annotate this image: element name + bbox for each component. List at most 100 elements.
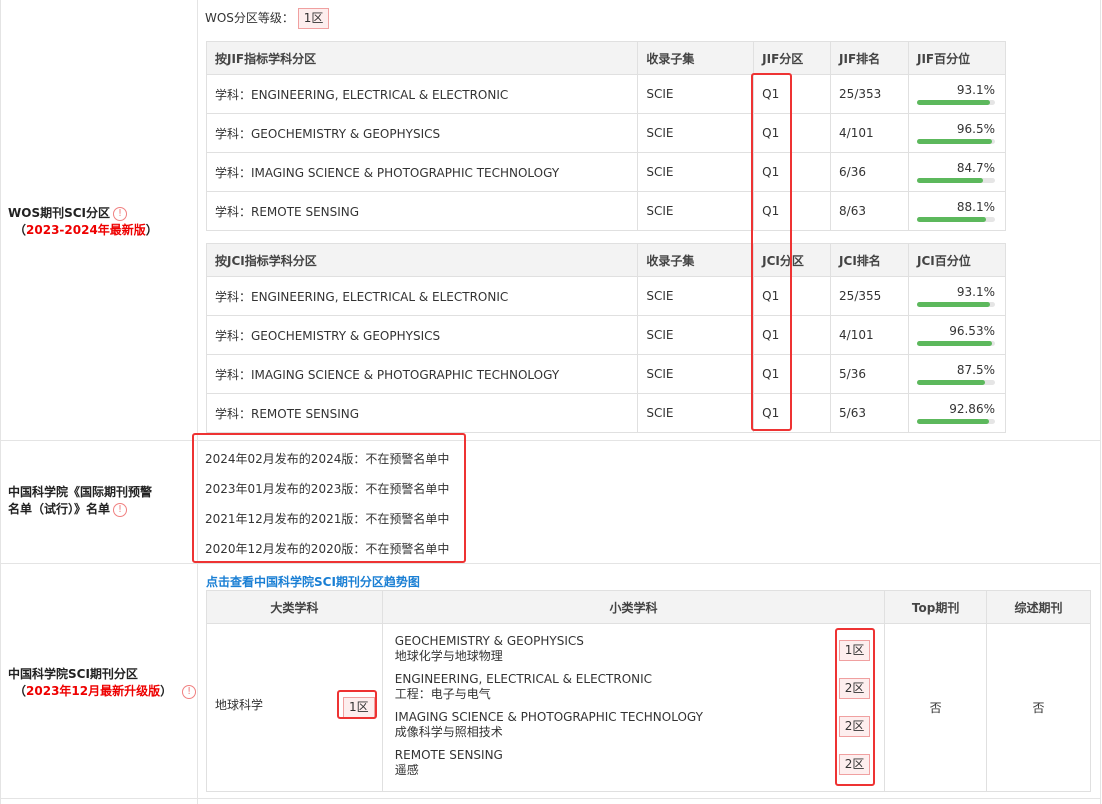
cas-minor-cn: 成像科学与照相技术 [394,725,503,739]
wos-level-label: WOS分区等级： [205,11,294,25]
jci-subject-cell: 学科：GEOCHEMISTRY & GEOPHYSICS [205,315,639,355]
wos-level-badge: 1区 [297,8,330,29]
wos-section-title: WOS期刊SCI分区! （2023-2024年最新版） [8,205,158,239]
jci-pct-cell: 92.86% [907,393,1007,433]
cas-minor-cn: 工程：电子与电气 [394,687,491,701]
cas-major-subject: 地球科学 [215,698,264,712]
info-icon[interactable]: ! [113,206,127,221]
progress-bar-fill [916,100,990,105]
jci-row: 学科：IMAGING SCIENCE & PHOTOGRAPHIC TECHNO… [205,354,1007,394]
cas-minor-en: ENGINEERING, ELECTRICAL & ELECTRONIC [394,672,653,686]
jci-pct-text: 96.53% [949,324,995,338]
info-icon[interactable]: ! [182,684,197,699]
cas-minor-cn: 遥感 [394,763,419,777]
progress-bar-fill [916,341,993,346]
progress-bar [916,100,995,105]
jci-subject-cell: 学科：REMOTE SENSING [205,393,639,433]
progress-bar [916,178,995,183]
jci-pct-text: 87.5% [956,363,995,377]
jif-pct-cell: 93.1% [907,74,1007,114]
jif-pct-text: 84.7% [956,161,995,175]
jci-row: 学科：REMOTE SENSING SCIE Q1 5/63 92.86% [205,393,1007,433]
progress-bar-fill [916,178,984,183]
jci-rank-cell: 5/63 [830,393,909,433]
jif-row: 学科：GEOCHEMISTRY & GEOPHYSICS SCIE Q1 4/101 9… [205,113,1007,153]
progress-bar-fill [916,217,986,222]
cas-minor-cn: 地球化学与地球物理 [394,649,503,663]
jci-subject-cell: 学科：ENGINEERING, ELECTRICAL & ELECTRONIC [205,276,639,316]
progress-bar [916,217,995,222]
progress-bar-fill [916,380,986,385]
jci-subset-cell: SCIE [637,315,755,355]
cas-subtitle: 2023年12月最新升级版 [26,684,161,698]
jci-header-subject: 按JCI指标学科分区 [205,243,639,277]
progress-bar [916,341,995,346]
jif-pct-text: 88.1% [956,200,995,214]
jci-header-rank: JCI排名 [830,243,909,277]
cas-minor-cell: GEOCHEMISTRY & GEOPHYSICS 地球化学与地球物理 1区 ENGI… [381,623,886,792]
cas-trend-link[interactable]: 点击查看中国科学院SCI期刊分区趋势图 [206,573,420,590]
jci-pct-cell: 87.5% [907,354,1007,394]
jif-subject-cell: 学科：GEOCHEMISTRY & GEOPHYSICS [205,113,639,153]
jif-rank-cell: 25/353 [830,74,909,114]
cas-minor-en: IMAGING SCIENCE & PHOTOGRAPHIC TECHNOLOG… [394,710,703,724]
jif-pct-text: 96.5% [956,122,995,136]
jci-pct-text: 92.86% [949,402,995,416]
cas-minor-en: REMOTE SENSING [394,748,503,762]
jci-row: 学科：GEOCHEMISTRY & GEOPHYSICS SCIE Q1 4/101 9… [205,315,1007,355]
wos-title: WOS期刊SCI分区 [8,206,110,220]
jif-subject-cell: 学科：IMAGING SCIENCE & PHOTOGRAPHIC TECHNO… [205,152,639,192]
jif-header-subject: 按JIF指标学科分区 [205,41,639,75]
wos-level: WOS分区等级： 1区 [205,8,330,29]
jif-row: 学科：IMAGING SCIENCE & PHOTOGRAPHIC TECHNO… [205,152,1007,192]
warning-title-line1: 中国科学院《国际期刊预警 [8,485,153,499]
warning-highlight [192,433,466,563]
jif-pct-text: 93.1% [956,83,995,97]
jif-row: 学科：REMOTE SENSING SCIE Q1 8/63 88.1% [205,191,1007,231]
jci-header-subset: 收录子集 [637,243,755,277]
jif-pct-cell: 96.5% [907,113,1007,153]
jci-rank-cell: 4/101 [830,315,909,355]
progress-bar [916,302,995,307]
jif-header-subset: 收录子集 [637,41,755,75]
cas-top-cell: 否 [884,623,988,792]
cas-title: 中国科学院SCI期刊分区 [8,667,138,681]
warning-title-line2: 名单（试行）》名单 [8,502,111,516]
jci-subset-cell: SCIE [637,393,755,433]
jci-pct-text: 93.1% [956,285,995,299]
minor-zone-highlight [835,628,875,786]
jci-pct-cell: 96.53% [907,315,1007,355]
cas-subtitle-wrap: （2023年12月最新升级版） [14,684,173,698]
jif-header-quartile: JIF分区 [753,41,832,75]
jif-header-rank: JIF排名 [830,41,909,75]
progress-bar-fill [916,139,993,144]
cas-minor-en: GEOCHEMISTRY & GEOPHYSICS [394,634,584,648]
jif-subject-cell: 学科：ENGINEERING, ELECTRICAL & ELECTRONIC [205,74,639,114]
jif-header-pct: JIF百分位 [907,41,1007,75]
jci-table: 按JCI指标学科分区 收录子集 JCI分区 JCI排名 JCI百分位 学科：EN… [205,243,1007,433]
jif-subset-cell: SCIE [637,191,755,231]
jif-rank-cell: 8/63 [830,191,909,231]
jci-row: 学科：ENGINEERING, ELECTRICAL & ELECTRONIC S… [205,276,1007,316]
jif-subset-cell: SCIE [637,74,755,114]
warning-section-title: 中国科学院《国际期刊预警 名单（试行）》名单! [8,484,152,518]
jci-header-row: 按JCI指标学科分区 收录子集 JCI分区 JCI排名 JCI百分位 [205,243,1007,277]
jci-subset-cell: SCIE [637,276,755,316]
jci-rank-cell: 5/36 [830,354,909,394]
jci-pct-cell: 93.1% [907,276,1007,316]
jci-rank-cell: 25/355 [830,276,909,316]
cas-header-row: 大类学科 小类学科 Top期刊 综述期刊 [206,590,1091,624]
jif-table: 按JIF指标学科分区 收录子集 JIF分区 JIF排名 JIF百分位 学科：EN… [205,41,1007,231]
progress-bar [916,380,995,385]
progress-bar [916,139,995,144]
progress-bar [916,419,995,424]
jif-rank-cell: 6/36 [830,152,909,192]
jif-subset-cell: SCIE [637,113,755,153]
wos-subtitle-wrap: （2023-2024年最新版） [14,223,158,237]
jif-pct-cell: 88.1% [907,191,1007,231]
progress-bar-fill [916,302,990,307]
major-zone-highlight [337,690,377,719]
info-icon[interactable]: ! [113,502,128,517]
cas-header-minor: 小类学科 [381,590,886,624]
jif-row: 学科：ENGINEERING, ELECTRICAL & ELECTRONIC S… [205,74,1007,114]
